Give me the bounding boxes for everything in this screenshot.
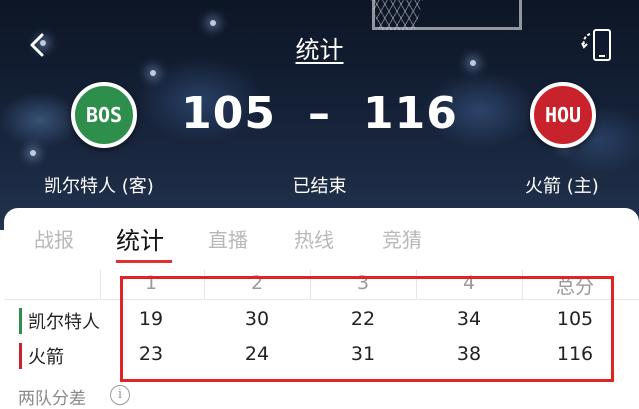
info-icon[interactable]: i xyxy=(110,385,130,405)
scoreboard: 105–116 xyxy=(0,88,639,139)
row-team-name: 火箭 xyxy=(28,347,64,368)
highlight-annotation-box xyxy=(120,276,614,382)
tab-live[interactable]: 直播 xyxy=(208,224,248,253)
active-tab-indicator xyxy=(116,260,172,263)
rotate-screen-button[interactable] xyxy=(580,26,616,64)
arena-light xyxy=(150,70,156,76)
arena-light xyxy=(210,20,216,26)
tab-guess[interactable]: 竞猜 xyxy=(382,224,422,253)
game-header: 统计 BOS HOU 105–116 凯尔特人 (客) 已结束 火箭 (主) xyxy=(0,0,639,230)
rotate-screen-icon xyxy=(581,29,611,61)
score-diff-label: 两队分差 xyxy=(18,389,86,409)
team-color-bar xyxy=(19,343,22,369)
row-team-name: 凯尔特人 xyxy=(28,312,100,333)
team-color-bar xyxy=(19,308,22,334)
score-separator: – xyxy=(308,88,331,139)
tab-report[interactable]: 战报 xyxy=(34,224,74,253)
page-title: 统计 xyxy=(0,30,639,65)
away-score: 105 xyxy=(181,88,276,139)
tab-stats[interactable]: 统计 xyxy=(116,221,164,256)
page-title-text[interactable]: 统计 xyxy=(296,36,344,64)
arena-light xyxy=(30,150,36,156)
home-score: 116 xyxy=(363,88,458,139)
tab-hotline[interactable]: 热线 xyxy=(294,224,334,253)
home-team-name: 火箭 (主) xyxy=(525,176,599,197)
tab-bar: 战报 统计 直播 热线 竞猜 xyxy=(4,208,639,266)
